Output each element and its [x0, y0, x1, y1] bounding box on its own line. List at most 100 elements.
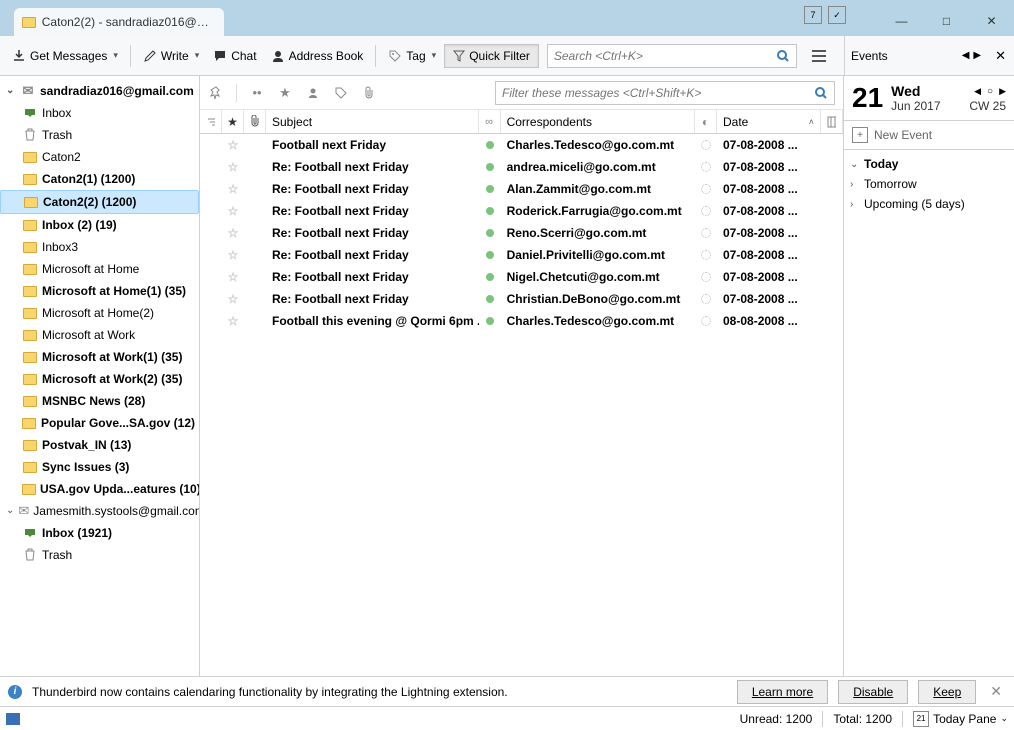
address-book-button[interactable]: Address Book [265, 45, 370, 67]
folder-node[interactable]: Inbox [0, 102, 199, 124]
subject-column[interactable]: Subject [266, 110, 479, 133]
junk-status-icon[interactable] [701, 162, 711, 172]
message-filter-input[interactable] [502, 86, 814, 100]
message-filter-box[interactable] [495, 81, 835, 105]
folder-node[interactable]: Sync Issues (3) [0, 456, 199, 478]
events-section[interactable]: ⌄Today [844, 154, 1014, 174]
calendar-tab-button[interactable]: 7 [804, 6, 822, 24]
read-status-icon[interactable] [486, 229, 494, 237]
starred-filter-icon[interactable]: ★ [277, 85, 293, 101]
star-icon[interactable]: ☆ [228, 138, 239, 152]
read-status-icon[interactable] [486, 163, 494, 171]
read-status-icon[interactable] [486, 141, 494, 149]
folder-node[interactable]: Caton2 [0, 146, 199, 168]
folder-node[interactable]: Inbox3 [0, 236, 199, 258]
read-status-icon[interactable] [486, 207, 494, 215]
junk-status-icon[interactable] [701, 140, 711, 150]
folder-node[interactable]: Microsoft at Work(2) (35) [0, 368, 199, 390]
message-row[interactable]: ☆Re: Football next FridayNigel.Chetcuti@… [200, 266, 843, 288]
tasks-tab-button[interactable]: ✓ [828, 6, 846, 24]
folder-node[interactable]: Microsoft at Home(2) [0, 302, 199, 324]
correspondents-column[interactable]: Correspondents [501, 110, 695, 133]
search-input[interactable] [554, 49, 776, 63]
junk-status-icon[interactable] [701, 316, 711, 326]
column-picker[interactable] [821, 110, 843, 133]
star-icon[interactable]: ☆ [228, 182, 239, 196]
app-menu-button[interactable] [805, 45, 833, 67]
today-button[interactable]: ○ [987, 86, 993, 97]
junk-column[interactable]: ◐ [695, 110, 717, 133]
junk-status-icon[interactable] [701, 184, 711, 194]
message-row[interactable]: ☆Football this evening @ Qormi 6pm ...Ch… [200, 310, 843, 332]
folder-node[interactable]: Postvak_IN (13) [0, 434, 199, 456]
events-prev-button[interactable]: ◀ [960, 50, 972, 61]
learn-more-button[interactable]: Learn more [737, 680, 828, 704]
star-column[interactable]: ★ [222, 110, 244, 133]
unread-filter-icon[interactable]: •• [249, 85, 265, 100]
twisty-icon[interactable]: ⌄ [6, 82, 16, 100]
account-node[interactable]: ⌄ ✉ sandradiaz016@gmail.com [0, 80, 199, 102]
chevron-down-icon[interactable]: ▾ [195, 50, 200, 61]
folder-node[interactable]: MSNBC News (28) [0, 390, 199, 412]
twisty-icon[interactable]: ⌄ [6, 502, 14, 520]
folder-node[interactable]: Popular Gove...SA.gov (12) [0, 412, 199, 434]
star-icon[interactable]: ☆ [228, 292, 239, 306]
message-row[interactable]: ☆Re: Football next FridayRoderick.Farrug… [200, 200, 843, 222]
folder-node[interactable]: USA.gov Upda...eatures (10) [0, 478, 199, 500]
thread-column[interactable] [200, 110, 222, 133]
window-tab[interactable]: Caton2(2) - sandradiaz016@g... [14, 8, 224, 36]
contact-filter-icon[interactable] [305, 87, 321, 99]
read-status-icon[interactable] [486, 185, 494, 193]
search-icon[interactable] [814, 86, 828, 100]
chevron-down-icon[interactable]: ▾ [432, 50, 437, 61]
junk-status-icon[interactable] [701, 250, 711, 260]
star-icon[interactable]: ☆ [228, 160, 239, 174]
folder-node[interactable]: Inbox (1921) [0, 522, 199, 544]
events-section[interactable]: ›Upcoming (5 days) [844, 194, 1014, 214]
chevron-down-icon[interactable]: ▾ [113, 50, 118, 61]
disable-button[interactable]: Disable [838, 680, 908, 704]
folder-node[interactable]: Microsoft at Home [0, 258, 199, 280]
junk-status-icon[interactable] [701, 294, 711, 304]
get-messages-button[interactable]: Get Messages ▾ [6, 45, 124, 67]
notification-close-button[interactable]: ✕ [986, 683, 1006, 700]
prev-day-button[interactable]: ◀ [974, 86, 981, 97]
attachment-column[interactable] [244, 110, 266, 133]
twisty-icon[interactable]: ⌄ [850, 159, 860, 170]
folder-node[interactable]: Microsoft at Work [0, 324, 199, 346]
message-list[interactable]: ☆Football next FridayCharles.Tedesco@go.… [200, 134, 843, 676]
folder-node[interactable]: Microsoft at Home(1) (35) [0, 280, 199, 302]
message-row[interactable]: ☆Re: Football next FridayReno.Scerri@go.… [200, 222, 843, 244]
twisty-icon[interactable]: › [850, 179, 860, 190]
write-button[interactable]: Write ▾ [137, 45, 205, 67]
date-column[interactable]: Date˄ [717, 110, 821, 133]
attachment-filter-icon[interactable] [361, 86, 377, 100]
folder-node[interactable]: Trash [0, 544, 199, 566]
star-icon[interactable]: ☆ [228, 226, 239, 240]
online-status-icon[interactable] [6, 713, 20, 725]
pin-icon[interactable] [208, 86, 224, 100]
next-day-button[interactable]: ▶ [999, 86, 1006, 97]
read-status-icon[interactable] [486, 251, 494, 259]
message-row[interactable]: ☆Re: Football next FridayChristian.DeBon… [200, 288, 843, 310]
read-status-icon[interactable] [486, 273, 494, 281]
message-row[interactable]: ☆Re: Football next FridayAlan.Zammit@go.… [200, 178, 843, 200]
global-search[interactable] [547, 44, 797, 68]
star-icon[interactable]: ☆ [228, 270, 239, 284]
minimize-button[interactable]: — [879, 6, 924, 36]
read-status-icon[interactable] [486, 317, 494, 325]
tag-filter-icon[interactable] [333, 87, 349, 99]
new-event-button[interactable]: + New Event [844, 121, 1014, 150]
junk-status-icon[interactable] [701, 206, 711, 216]
folder-node[interactable]: Inbox (2) (19) [0, 214, 199, 236]
message-row[interactable]: ☆Re: Football next FridayDaniel.Privitel… [200, 244, 843, 266]
folder-node[interactable]: Caton2(2) (1200) [0, 190, 199, 214]
folder-node[interactable]: Microsoft at Work(1) (35) [0, 346, 199, 368]
junk-status-icon[interactable] [701, 272, 711, 282]
message-row[interactable]: ☆Football next FridayCharles.Tedesco@go.… [200, 134, 843, 156]
folder-node[interactable]: Caton2(1) (1200) [0, 168, 199, 190]
today-pane-button[interactable]: 21 Today Pane ⌄ [913, 711, 1008, 727]
events-section[interactable]: ›Tomorrow [844, 174, 1014, 194]
quick-filter-button[interactable]: Quick Filter [444, 44, 539, 68]
search-icon[interactable] [776, 49, 790, 63]
